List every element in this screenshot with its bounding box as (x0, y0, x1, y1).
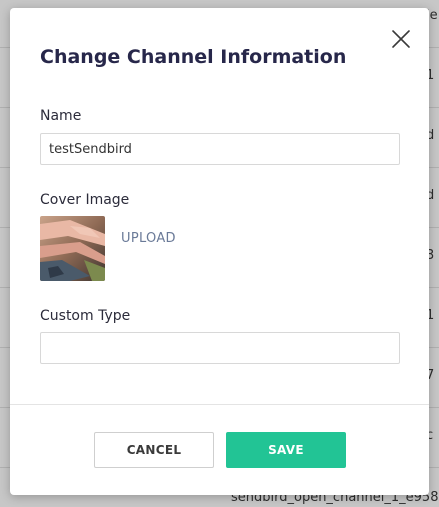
close-button[interactable] (386, 24, 416, 54)
name-label: Name (40, 108, 82, 124)
custom-type-label: Custom Type (40, 308, 131, 324)
dialog-title: Change Channel Information (40, 46, 347, 68)
upload-button[interactable]: UPLOAD (121, 231, 176, 246)
cancel-button[interactable]: CANCEL (94, 432, 214, 468)
save-button[interactable]: SAVE (226, 432, 346, 468)
footer-divider (10, 404, 429, 405)
custom-type-input[interactable] (40, 332, 400, 364)
cover-image-label: Cover Image (40, 192, 130, 208)
close-icon (392, 30, 410, 48)
cover-image-thumbnail (40, 216, 105, 281)
change-channel-dialog: Change Channel Information Name Cover Im… (10, 8, 429, 495)
name-input[interactable] (40, 133, 400, 165)
